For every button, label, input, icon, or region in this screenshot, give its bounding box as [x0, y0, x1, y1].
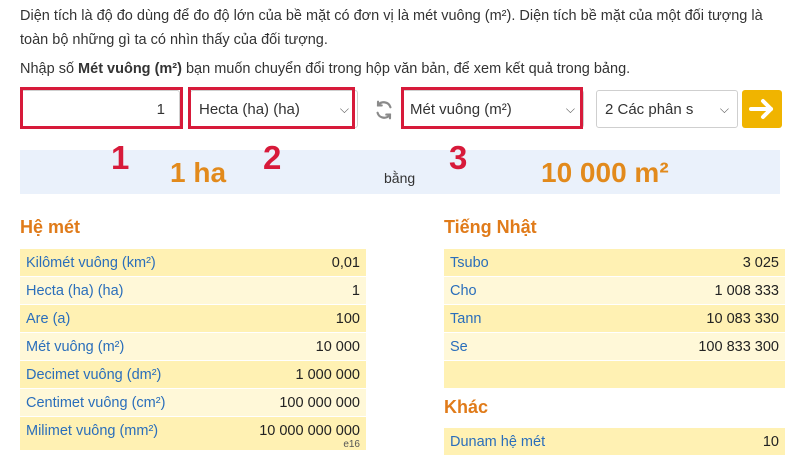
from-unit-value: Hecta (ha) (ha) [199, 100, 300, 118]
unit-value: 100 000 000 [218, 388, 366, 417]
other-table: Dunam hệ mét 10 [444, 428, 785, 456]
table-row: Kilômét vuông (km²) 0,01 [20, 249, 366, 277]
result-equals-label: bằng [384, 170, 416, 186]
value-input[interactable] [20, 90, 180, 128]
unit-value: 1 [218, 276, 366, 305]
unit-value: 100 [218, 304, 366, 333]
unit-link[interactable]: Dunam hệ mét [444, 428, 715, 456]
unit-link[interactable]: Kilômét vuông (km²) [20, 249, 219, 277]
instruction-text: Nhập số Mét vuông (m²) bạn muốn chuyển đ… [20, 58, 630, 80]
swap-arrows-icon [376, 100, 392, 120]
unit-link[interactable]: Tann [444, 304, 565, 333]
convert-button[interactable] [742, 90, 782, 128]
swap-units-button[interactable] [370, 95, 398, 125]
unit-link[interactable]: Tsubo [444, 249, 565, 277]
unit-value: 1 000 000 [218, 360, 366, 389]
unit-link [444, 360, 565, 389]
unit-link[interactable]: Mét vuông (m²) [20, 332, 219, 361]
precision-value: 2 Các phân s [605, 100, 694, 118]
unit-value: 10 [714, 428, 785, 456]
table-row: Dunam hệ mét 10 [444, 428, 785, 456]
unit-value: 0,01 [218, 249, 366, 277]
unit-value: 10 083 330 [564, 304, 785, 333]
unit-link[interactable]: Are (a) [20, 304, 219, 333]
section-title-japanese: Tiếng Nhật [444, 217, 537, 237]
unit-value: 100 833 300 [564, 332, 785, 361]
chevron-down-icon: ⌵ [565, 101, 575, 116]
to-unit-select[interactable]: Mét vuông (m²) ⌵ [401, 90, 584, 128]
instruction-unit: Mét vuông (m²) [78, 61, 182, 77]
chevron-down-icon: ⌵ [719, 101, 729, 116]
unit-link[interactable]: Centimet vuông (cm²) [20, 388, 219, 417]
table-row: Centimet vuông (cm²) 100 000 000 [20, 388, 366, 417]
arrow-right-icon [749, 99, 773, 119]
precision-select[interactable]: 2 Các phân s ⌵ [596, 90, 738, 128]
instruction-prefix: Nhập số [20, 61, 79, 77]
metric-table: Kilômét vuông (km²) 0,01 Hecta (ha) (ha) 1 A… [20, 249, 366, 445]
to-unit-value: Mét vuông (m²) [410, 100, 512, 118]
from-unit-select[interactable]: Hecta (ha) (ha) ⌵ [190, 90, 358, 128]
annotation-number-3: 3 [449, 139, 468, 176]
table-row: Tann 10 083 330 [444, 304, 785, 333]
unit-value: 3 025 [564, 249, 785, 277]
partial-value: e16 [343, 439, 360, 450]
annotation-number-2: 2 [263, 139, 282, 176]
unit-value [564, 360, 785, 389]
table-row: Hecta (ha) (ha) 1 [20, 276, 366, 305]
table-row: Cho 1 008 333 [444, 276, 785, 305]
table-row: Decimet vuông (dm²) 1 000 000 [20, 360, 366, 389]
table-row: Tsubo 3 025 [444, 249, 785, 277]
instruction-suffix: bạn muốn chuyển đổi trong hộp văn bản, đ… [181, 61, 631, 77]
unit-value: 1 008 333 [564, 276, 785, 305]
intro-text: Diện tích là độ đo dùng để đo độ lớn của… [20, 8, 763, 48]
result-from-value: 1 ha [170, 157, 227, 188]
chevron-down-icon: ⌵ [339, 101, 349, 116]
annotation-number-1: 1 [111, 139, 130, 176]
unit-link[interactable]: Se [444, 332, 565, 361]
table-row: Se 100 833 300 [444, 332, 785, 361]
unit-value: 10 000 [218, 332, 366, 361]
table-row-partial: e16 [20, 440, 366, 450]
unit-link[interactable]: Hecta (ha) (ha) [20, 276, 219, 305]
table-row: Are (a) 100 [20, 304, 366, 333]
table-row: Mét vuông (m²) 10 000 [20, 332, 366, 361]
unit-link[interactable]: Cho [444, 276, 565, 305]
section-title-other: Khác [444, 397, 489, 417]
japanese-table: Tsubo 3 025 Cho 1 008 333 Tann 10 083 330 Se 10… [444, 249, 785, 389]
unit-link[interactable]: Decimet vuông (dm²) [20, 360, 219, 389]
section-title-metric: Hệ mét [20, 217, 81, 237]
table-row [444, 360, 785, 389]
result-to-value: 10 000 m² [541, 157, 669, 188]
